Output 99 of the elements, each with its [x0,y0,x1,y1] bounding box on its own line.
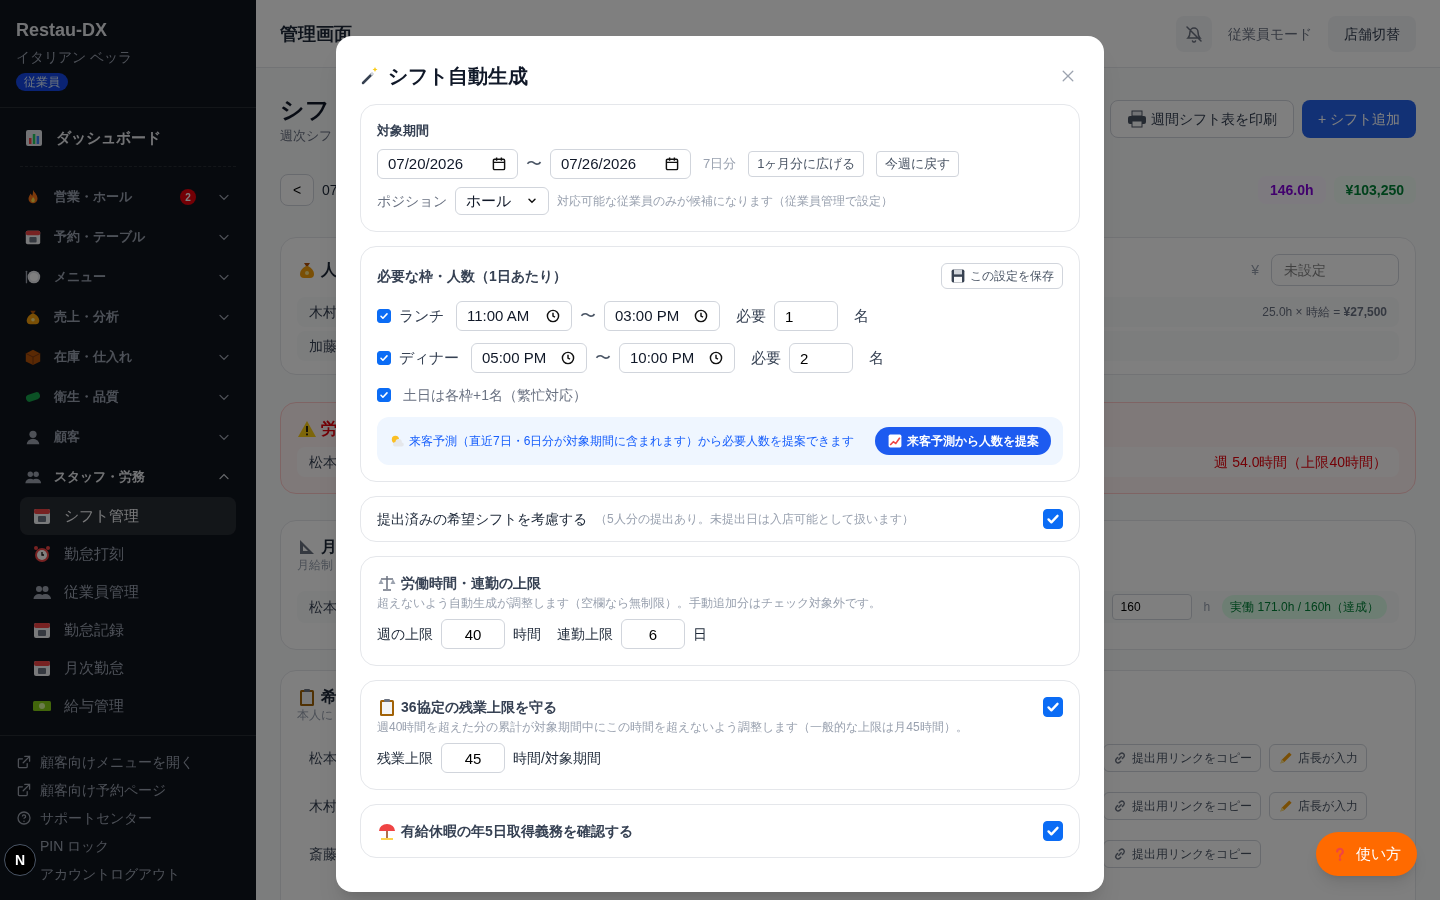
date-field[interactable]: 07/26/2026 [550,149,691,179]
hint-text: 対応可能な従業員のみが候補になります（従業員管理で設定） [557,193,893,209]
overtime-warning: 週 54.0時間（上限40時間） [1214,453,1387,472]
print-button[interactable]: 週間シフト表を印刷 [1109,100,1294,138]
copy-link-button[interactable]: 提出用リンクをコピー [1103,792,1261,820]
copy-link-button[interactable]: 提出用リンクをコピー [1103,744,1261,772]
date-field[interactable]: 07/20/2026 [377,149,518,179]
card-title: 希 [321,687,337,707]
card-title: 月 [321,537,337,557]
help-button[interactable]: 使い方 [1316,832,1417,876]
sidebar-group[interactable]: 売上・分析 [20,297,236,337]
staff-name: 木村 [309,797,337,816]
staff-name: 松本 [309,598,337,617]
option-label: 土日は各枠+1名（繁忙対応） [403,386,587,405]
field-label: 連勤上限 [557,625,613,644]
sidebar-group[interactable]: 在庫・仕入れ [20,337,236,377]
week-label: 07 [322,181,338,200]
unit-label: 時間/対象期間 [513,749,601,768]
subtitle: 週次シフ [280,127,333,145]
manager-input-button[interactable]: 店長が入力 [1269,744,1367,772]
store-name: イタリアン ベッラ [16,48,132,67]
card-title: 人 [321,260,337,280]
number-field[interactable]: 45 [441,743,505,773]
hint-text: 超えないよう自動生成が調整します（空欄なら無制限）。手動追加分はチェック対象外です。 [377,595,881,611]
cost-detail: 25.0h × 時給 = ¥27,500 [1262,304,1387,320]
card-title: 労 [321,419,337,439]
heading: シフ [280,95,331,125]
brand-name: Restau-DX [16,19,108,42]
sidebar-link[interactable]: 顧客向け予約ページ [16,776,240,804]
sidebar-item[interactable]: ダッシュボード [20,116,236,160]
sidebar-group[interactable]: 衛生・品質 [20,377,236,417]
store-switch-button[interactable]: 店舗切替 [1328,15,1416,52]
previous-button[interactable]: < [280,174,314,206]
sidebar-link[interactable]: サポートセンター [16,804,240,832]
unit-label: 時間 [513,625,541,644]
sidebar-group[interactable]: 営業・ホール 2 [20,177,236,217]
time-field[interactable]: 05:00 PM [471,343,587,373]
count-field[interactable]: 2 [789,343,853,373]
sidebar-group[interactable]: 顧客 [20,417,236,457]
sidebar-item[interactable]: 勤怠記録 [20,611,236,649]
number-field[interactable]: 6 [621,619,685,649]
position-select[interactable]: ホール [455,187,549,215]
mode-label: 従業員モード [1228,24,1312,44]
sidebar-group[interactable]: 予約・テーブル [20,217,236,257]
field-label: 必要 [736,305,766,326]
staff-name: 加藤 [309,337,337,356]
time-field[interactable]: 03:00 PM [604,301,720,331]
currency-label: ¥ [1251,261,1259,280]
section-label: 対象期間 [377,122,430,140]
field-label: 残業上限 [377,749,433,768]
status-pill: 実働 171.0h / 160h（達成） [1222,595,1387,619]
days-label: 7日分 [703,155,737,174]
unit-label: 名 [854,305,869,326]
staff-name: 木村 [309,303,337,322]
hint-text: （5人分の提出あり。未提出日は入店可能として扱います） [595,511,914,527]
staff-name: 斎藤 [309,845,337,864]
field-label: 必要 [751,347,781,368]
field-label: 週の上限 [377,625,433,644]
sidebar-item[interactable]: 月次勤怠 [20,649,236,687]
save-settings-button[interactable]: この設定を保存 [941,263,1063,289]
range-separator: 〜 [580,306,596,326]
range-button[interactable]: 今週に戻す [876,151,960,177]
count-field[interactable]: 1 [774,301,838,331]
section-label: 必要な枠・人数（1日あたり） [377,267,567,286]
hint-text: 週40時間を超えた分の累計が対象期間中にこの時間を超えないよう調整します（一般的な上限は月45時間）。 [377,719,968,735]
add-shift-button[interactable]: + シフト追加 [1301,100,1416,138]
dialog-title: シフト自動生成 [388,64,528,89]
manager-input-button[interactable]: 店長が入力 [1269,792,1367,820]
slot-label: ランチ [399,305,444,326]
option-label: 提出済みの希望シフトを考慮する [377,510,587,529]
sidebar-group[interactable]: メニュー [20,257,236,297]
sidebar-item[interactable]: 従業員管理 [20,573,236,611]
time-field[interactable]: 11:00 AM [456,301,572,331]
range-separator: 〜 [526,154,542,174]
section-label: 36協定の残業上限を守る [401,698,557,717]
unit-label: 名 [869,347,884,368]
number-field[interactable]: 40 [441,619,505,649]
role-badge: 従業員 [16,73,68,91]
range-separator: 〜 [595,348,611,368]
section-label: 労働時間・連勤の上限 [401,574,541,593]
cost-total: ¥103,250 [1333,176,1416,204]
section-label: 有給休暇の年5日取得義務を確認する [401,822,633,841]
sidebar-group[interactable]: スタッフ・労務 [20,457,236,497]
suggest-button[interactable]: 来客予測から人数を提案 [875,427,1051,455]
staff-name: 松本 [309,453,337,472]
target-field[interactable]: 160 [1111,594,1192,620]
field-label: ポジション [377,192,447,211]
sidebar-item[interactable]: 給与管理 [20,687,236,725]
sidebar-link[interactable]: 顧客向けメニューを開く [16,748,240,776]
unit-label: 日 [693,625,707,644]
info-text: 来客予測（直近7日・6日分が対象期間に含まれます）から必要人数を提案できます [409,433,855,449]
time-field[interactable]: 10:00 PM [619,343,735,373]
copy-link-button[interactable]: 提出用リンクをコピー [1103,840,1261,868]
sidebar-item[interactable]: 勤怠打刻 [20,535,236,573]
rate-field[interactable]: 未設定 [1271,254,1399,286]
range-button[interactable]: 1ヶ月分に広げる [748,151,865,177]
count-badge: 2 [180,189,196,205]
staff-name: 松本 [309,749,337,768]
slot-label: ディナー [399,347,459,368]
